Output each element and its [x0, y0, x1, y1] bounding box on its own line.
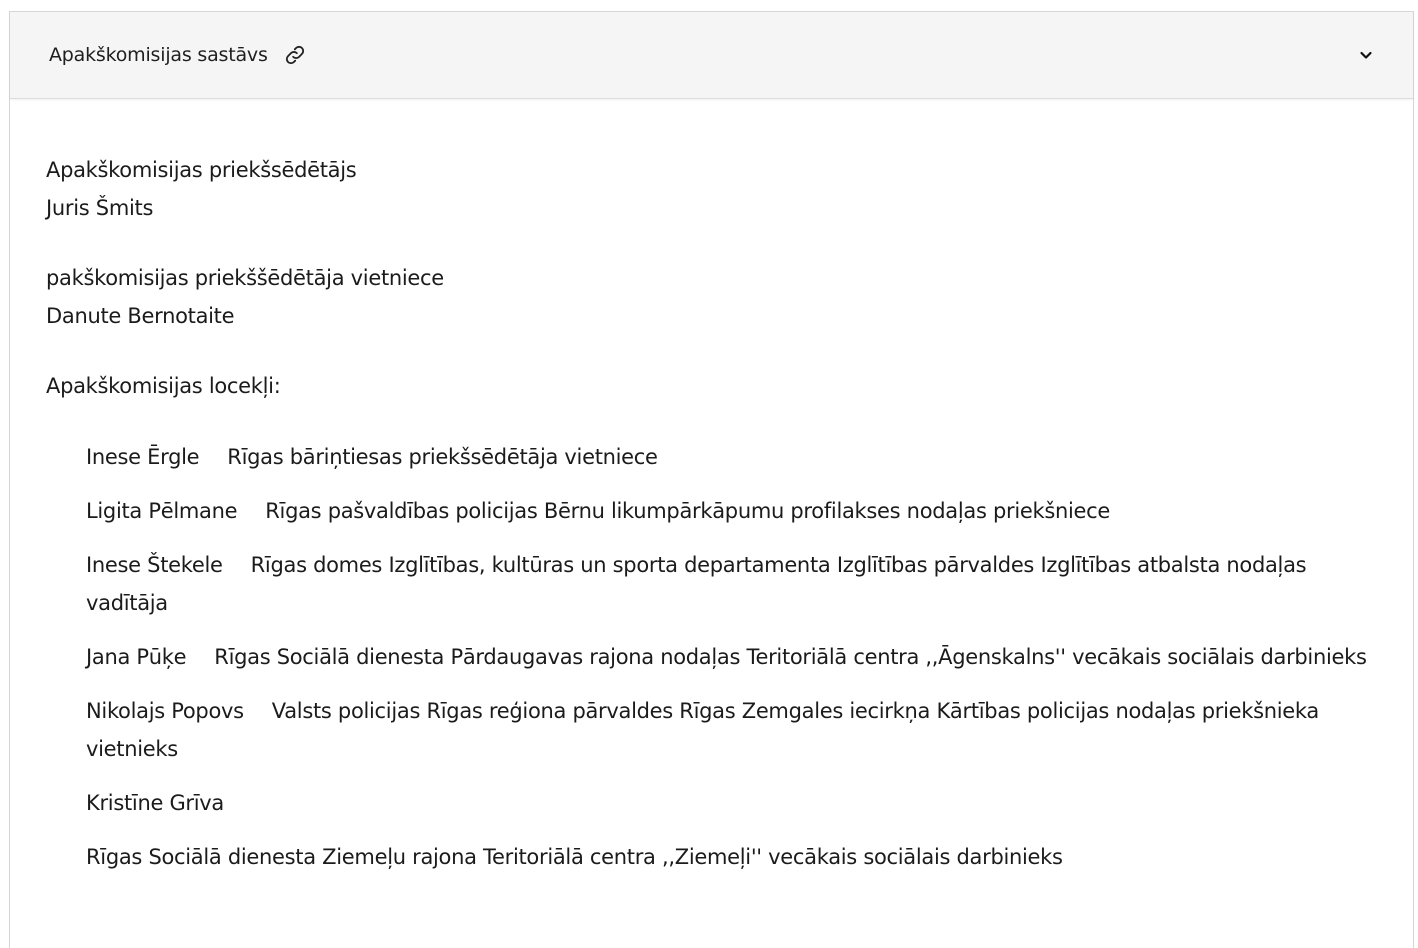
list-item: Inese Štekele Rīgas domes Izglītības, kul… [86, 546, 1371, 622]
member-name: Jana Pūķe [86, 645, 187, 669]
member-position: Valsts policijas Rīgas reģiona pārvaldes… [86, 699, 1319, 761]
member-position: Rīgas Sociālā dienesta Pārdaugavas rajon… [214, 645, 1367, 669]
list-item: Nikolajs Popovs Valsts policijas Rīgas re… [86, 692, 1371, 768]
member-name: Kristīne Grīva [86, 791, 224, 815]
member-name: Inese Ērgle [86, 445, 200, 469]
list-item: Ligita Pēlmane Rīgas pašvaldības policija… [86, 492, 1371, 530]
chair-block: Apakškomisijas priekšsēdētājs Juris Šmit… [46, 151, 1413, 227]
list-item: Kristīne Grīva [86, 784, 1371, 822]
member-position: Rīgas bāriņtiesas priekšsēdētāja vietnie… [227, 445, 658, 469]
member-name: Inese Štekele [86, 553, 223, 577]
members-heading: Apakškomisijas locekļi: [46, 374, 281, 398]
accordion-header[interactable]: Apakškomisijas sastāvs [10, 12, 1413, 99]
link-icon[interactable] [282, 42, 308, 68]
member-position: Rīgas pašvaldības policijas Bērnu likump… [265, 499, 1111, 523]
list-item: Rīgas Sociālā dienesta Ziemeļu rajona Te… [86, 838, 1371, 876]
list-item: Inese Ērgle Rīgas bāriņtiesas priekšsēdēt… [86, 438, 1371, 476]
member-name: Nikolajs Popovs [86, 699, 244, 723]
list-item: Jana Pūķe Rīgas Sociālā dienesta Pārdauga… [86, 638, 1371, 676]
vice-chair-role: pakškomisijas priekššēdētāja vietniece [46, 266, 444, 290]
accordion-title: Apakškomisijas sastāvs [49, 44, 268, 66]
member-position: Rīgas domes Izglītības, kultūras un spor… [86, 553, 1307, 615]
accordion-body: Apakškomisijas priekšsēdētājs Juris Šmit… [10, 99, 1413, 876]
vice-chair-name: Danute Bernotaite [46, 304, 235, 328]
chair-role: Apakškomisijas priekšsēdētājs [46, 158, 357, 182]
member-list: Inese Ērgle Rīgas bāriņtiesas priekšsēdēt… [46, 438, 1371, 876]
member-position: Rīgas Sociālā dienesta Ziemeļu rajona Te… [86, 845, 1063, 869]
accordion-panel: Apakškomisijas sastāvs Apakškomisijas pr… [9, 11, 1414, 948]
chevron-down-icon[interactable] [1355, 44, 1377, 66]
chair-name: Juris Šmits [46, 196, 154, 220]
member-name: Ligita Pēlmane [86, 499, 238, 523]
vice-chair-block: pakškomisijas priekššēdētāja vietniece D… [46, 259, 1413, 335]
